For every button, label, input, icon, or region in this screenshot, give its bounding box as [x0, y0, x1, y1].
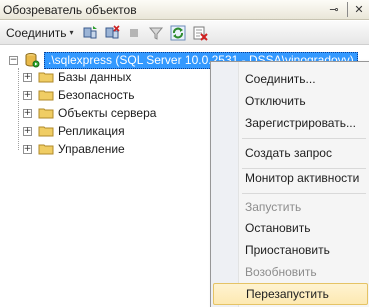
menu-item-label: Возобновить	[245, 265, 317, 279]
refresh-icon[interactable]	[169, 24, 187, 42]
expand-icon[interactable]: +	[23, 90, 32, 100]
menu-item-stop[interactable]: Остановить	[213, 217, 368, 239]
tree-node-server-objects[interactable]: + Объекты сервера	[23, 104, 156, 122]
expand-icon[interactable]: +	[23, 126, 32, 136]
disconnect-icon[interactable]	[103, 24, 121, 42]
menu-item-pause[interactable]: Приостановить	[213, 239, 368, 261]
folder-icon	[38, 87, 54, 103]
menu-item-label: Запустить	[245, 200, 302, 214]
menu-item-label: Перезапустить	[246, 287, 329, 301]
tree-node-label: Репликация	[58, 124, 125, 138]
tree-node-security[interactable]: + Безопасность	[23, 86, 135, 104]
connect-dropdown-button[interactable]: Соединить ▾	[3, 23, 77, 43]
menu-item-connect[interactable]: Соединить...	[213, 68, 368, 90]
expand-icon[interactable]: +	[23, 108, 32, 118]
menu-item-activity-monitor[interactable]: Монитор активности	[213, 167, 368, 189]
expand-icon[interactable]: +	[23, 144, 32, 154]
filter-icon[interactable]	[147, 24, 165, 42]
panel-title: Обозреватель объектов	[3, 2, 137, 17]
tree-node-databases[interactable]: + Базы данных	[23, 68, 131, 86]
panel-titlebar: Обозреватель объектов ⊸ ✕	[0, 0, 369, 20]
collapse-icon[interactable]: −	[9, 55, 18, 65]
menu-item-start: Запустить	[213, 196, 368, 218]
chevron-down-icon: ▾	[69, 28, 74, 37]
menu-item-restart[interactable]: Перезапустить	[213, 283, 368, 305]
menu-item-label: Создать запрос	[245, 146, 332, 160]
folder-icon	[38, 123, 54, 139]
object-explorer-toolbar: Соединить ▾	[0, 21, 369, 45]
delete-filter-icon[interactable]	[191, 24, 209, 42]
menu-separator	[242, 138, 366, 139]
tree-connector	[18, 68, 19, 150]
menu-item-register[interactable]: Зарегистрировать...	[213, 112, 368, 134]
tree-node-label: Безопасность	[58, 88, 135, 102]
tree-node-label: Управление	[58, 142, 125, 156]
pin-icon[interactable]: ⊸	[326, 2, 342, 18]
server-context-menu: Соединить... Отключить Зарегистрировать.…	[210, 61, 369, 307]
titlebar-divider	[347, 2, 348, 17]
connect-server-icon[interactable]	[81, 24, 99, 42]
menu-item-label: Отключить	[245, 94, 306, 108]
stop-icon[interactable]	[125, 24, 143, 42]
tree-node-replication[interactable]: + Репликация	[23, 122, 125, 140]
menu-item-label: Соединить...	[245, 72, 316, 86]
folder-icon	[38, 105, 54, 121]
expand-icon[interactable]: +	[23, 72, 32, 82]
tree-node-label: Базы данных	[58, 70, 132, 84]
server-icon	[24, 52, 40, 68]
menu-item-label: Монитор активности	[245, 171, 360, 185]
menu-item-new-query[interactable]: Создать запрос	[213, 142, 368, 164]
tree-node-management[interactable]: + Управление	[23, 140, 125, 158]
folder-icon	[38, 141, 54, 157]
connect-label: Соединить	[6, 25, 67, 40]
menu-item-label: Приостановить	[245, 243, 330, 257]
folder-icon	[38, 69, 54, 85]
menu-item-label: Зарегистрировать...	[245, 116, 356, 130]
menu-item-resume: Возобновить	[213, 261, 368, 283]
menu-item-label: Остановить	[245, 221, 311, 235]
close-icon[interactable]: ✕	[351, 2, 367, 18]
menu-item-disconnect[interactable]: Отключить	[213, 90, 368, 112]
tree-node-label: Объекты сервера	[58, 106, 157, 120]
menu-separator	[242, 193, 366, 194]
